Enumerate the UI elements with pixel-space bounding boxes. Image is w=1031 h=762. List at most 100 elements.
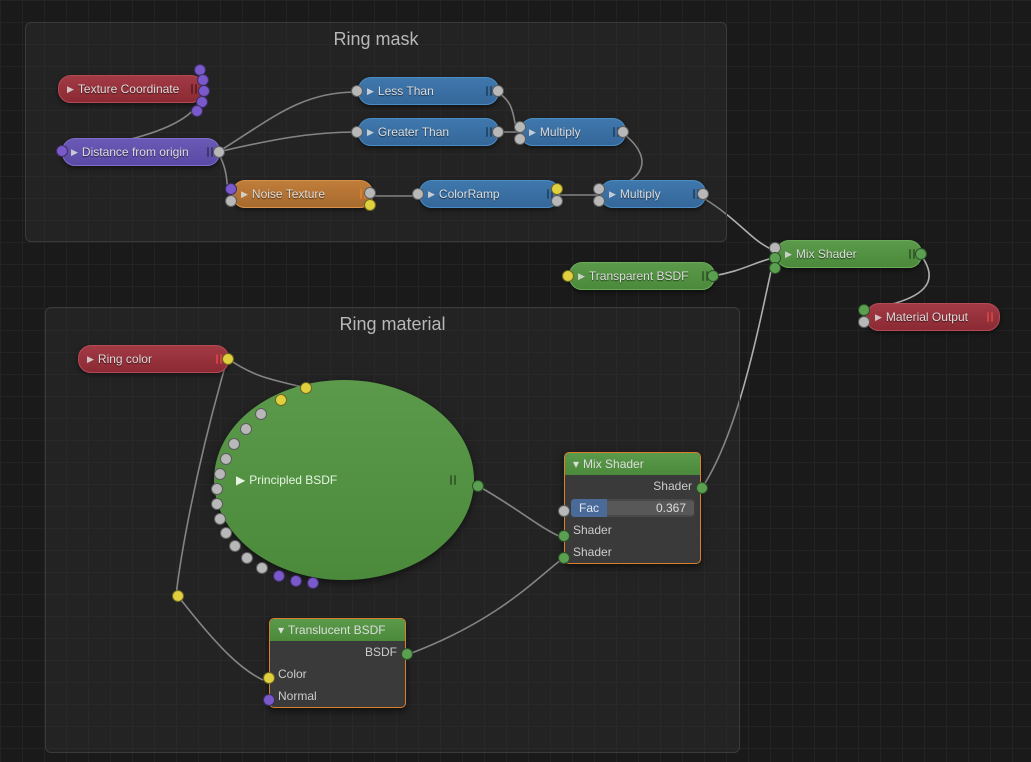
input-socket[interactable] bbox=[558, 505, 570, 517]
node-mix-shader-panel[interactable]: ▾ Mix Shader Shader Fac 0.367 Shader Sha… bbox=[564, 452, 701, 564]
output-socket[interactable] bbox=[401, 648, 413, 660]
input-socket[interactable] bbox=[558, 530, 570, 542]
input-socket[interactable] bbox=[593, 183, 605, 195]
input-socket[interactable] bbox=[241, 552, 253, 564]
input-socket[interactable] bbox=[275, 394, 287, 406]
input-socket[interactable] bbox=[225, 183, 237, 195]
fac-value[interactable]: 0.367 bbox=[607, 501, 694, 515]
node-label: Principled BSDF bbox=[249, 473, 337, 487]
input-socket[interactable] bbox=[255, 408, 267, 420]
input-socket[interactable] bbox=[307, 577, 319, 589]
node-label: Ring color bbox=[98, 352, 152, 366]
input-socket[interactable] bbox=[214, 513, 226, 525]
input-socket[interactable] bbox=[211, 498, 223, 510]
input-socket[interactable] bbox=[263, 672, 275, 684]
output-socket[interactable] bbox=[696, 482, 708, 494]
node-colorramp[interactable]: ▶ ColorRamp bbox=[419, 180, 560, 208]
node-label: Mix Shader bbox=[796, 247, 857, 261]
input-socket[interactable] bbox=[514, 133, 526, 145]
input-socket[interactable] bbox=[412, 188, 424, 200]
node-editor-canvas[interactable]: Ring mask Ring material ▶ Texture Coordi… bbox=[0, 0, 1031, 762]
input-socket[interactable] bbox=[256, 562, 268, 574]
output-socket[interactable] bbox=[707, 270, 719, 282]
input-socket[interactable] bbox=[229, 540, 241, 552]
input-socket[interactable] bbox=[211, 483, 223, 495]
input-socket[interactable] bbox=[56, 145, 68, 157]
output-socket[interactable] bbox=[213, 146, 225, 158]
input-socket[interactable] bbox=[351, 126, 363, 138]
collapse-icon[interactable]: ▶ bbox=[241, 189, 248, 200]
node-less-than[interactable]: ▶ Less Than bbox=[358, 77, 499, 105]
input-socket[interactable] bbox=[858, 304, 870, 316]
node-label: Distance from origin bbox=[82, 145, 189, 159]
output-socket[interactable] bbox=[364, 187, 376, 199]
input-socket[interactable] bbox=[290, 575, 302, 587]
collapse-icon[interactable]: ▶ bbox=[236, 473, 245, 487]
output-socket[interactable] bbox=[697, 188, 709, 200]
input-socket[interactable] bbox=[300, 382, 312, 394]
collapse-icon[interactable]: ▶ bbox=[875, 312, 882, 323]
input-socket[interactable] bbox=[220, 453, 232, 465]
input-socket[interactable] bbox=[351, 85, 363, 97]
input-socket[interactable] bbox=[228, 438, 240, 450]
collapse-icon[interactable]: ▶ bbox=[609, 189, 616, 200]
fac-field[interactable]: Fac 0.367 bbox=[571, 499, 694, 517]
output-socket[interactable] bbox=[617, 126, 629, 138]
output-socket[interactable] bbox=[492, 85, 504, 97]
frame-title: Ring mask bbox=[26, 23, 726, 50]
node-header[interactable]: ▾ Mix Shader bbox=[565, 453, 700, 475]
collapse-icon[interactable]: ▶ bbox=[428, 189, 435, 200]
input-socket[interactable] bbox=[769, 262, 781, 274]
output-socket[interactable] bbox=[472, 480, 484, 492]
output-socket[interactable] bbox=[191, 105, 203, 117]
input-socket[interactable] bbox=[593, 195, 605, 207]
input-socket[interactable] bbox=[562, 270, 574, 282]
input-socket[interactable] bbox=[858, 316, 870, 328]
output-socket[interactable] bbox=[551, 195, 563, 207]
input-socket[interactable] bbox=[263, 694, 275, 706]
output-socket[interactable] bbox=[364, 199, 376, 211]
node-texture-coordinate[interactable]: ▶ Texture Coordinate bbox=[58, 75, 204, 103]
input-socket[interactable] bbox=[558, 552, 570, 564]
collapse-icon[interactable]: ▶ bbox=[71, 147, 78, 158]
output-socket[interactable] bbox=[222, 353, 234, 365]
input-socket[interactable] bbox=[225, 195, 237, 207]
node-distance-from-origin[interactable]: ▶ Distance from origin bbox=[62, 138, 220, 166]
node-title: Translucent BSDF bbox=[288, 623, 386, 637]
node-ring-color[interactable]: ▶ Ring color bbox=[78, 345, 229, 373]
collapse-icon[interactable]: ▶ bbox=[578, 271, 585, 282]
input-socket[interactable] bbox=[273, 570, 285, 582]
collapse-icon[interactable]: ▶ bbox=[529, 127, 536, 138]
input-row-shader: Shader bbox=[565, 541, 700, 563]
input-socket[interactable] bbox=[220, 527, 232, 539]
output-socket[interactable] bbox=[915, 248, 927, 260]
node-transparent-bsdf[interactable]: ▶ Transparent BSDF bbox=[569, 262, 715, 290]
output-socket[interactable] bbox=[551, 183, 563, 195]
node-material-output[interactable]: ▶ Material Output bbox=[866, 303, 1000, 331]
node-greater-than[interactable]: ▶ Greater Than bbox=[358, 118, 499, 146]
node-mix-shader[interactable]: ▶ Mix Shader bbox=[776, 240, 922, 268]
collapse-icon[interactable]: ▾ bbox=[278, 623, 284, 637]
input-socket[interactable] bbox=[514, 121, 526, 133]
node-multiply[interactable]: ▶ Multiply bbox=[600, 180, 706, 208]
node-header[interactable]: ▾ Translucent BSDF bbox=[270, 619, 405, 641]
output-socket[interactable] bbox=[492, 126, 504, 138]
collapse-icon[interactable]: ▶ bbox=[87, 354, 94, 365]
node-principled-bsdf[interactable]: ▶ Principled BSDF bbox=[214, 380, 474, 580]
collapse-icon[interactable]: ▶ bbox=[67, 84, 74, 95]
input-row-shader: Shader bbox=[565, 519, 700, 541]
node-label: Less Than bbox=[378, 84, 434, 98]
input-socket[interactable] bbox=[214, 468, 226, 480]
node-label: Multiply bbox=[620, 187, 661, 201]
input-row-normal: Normal bbox=[270, 685, 405, 707]
collapse-icon[interactable]: ▶ bbox=[785, 249, 792, 260]
reroute-socket[interactable] bbox=[172, 590, 184, 602]
node-translucent-bsdf[interactable]: ▾ Translucent BSDF BSDF Color Normal bbox=[269, 618, 406, 708]
output-row: BSDF bbox=[270, 641, 405, 663]
collapse-icon[interactable]: ▶ bbox=[367, 86, 374, 97]
node-multiply[interactable]: ▶ Multiply bbox=[520, 118, 626, 146]
collapse-icon[interactable]: ▾ bbox=[573, 457, 579, 471]
input-socket[interactable] bbox=[240, 423, 252, 435]
node-noise-texture[interactable]: ▶ Noise Texture bbox=[232, 180, 373, 208]
collapse-icon[interactable]: ▶ bbox=[367, 127, 374, 138]
